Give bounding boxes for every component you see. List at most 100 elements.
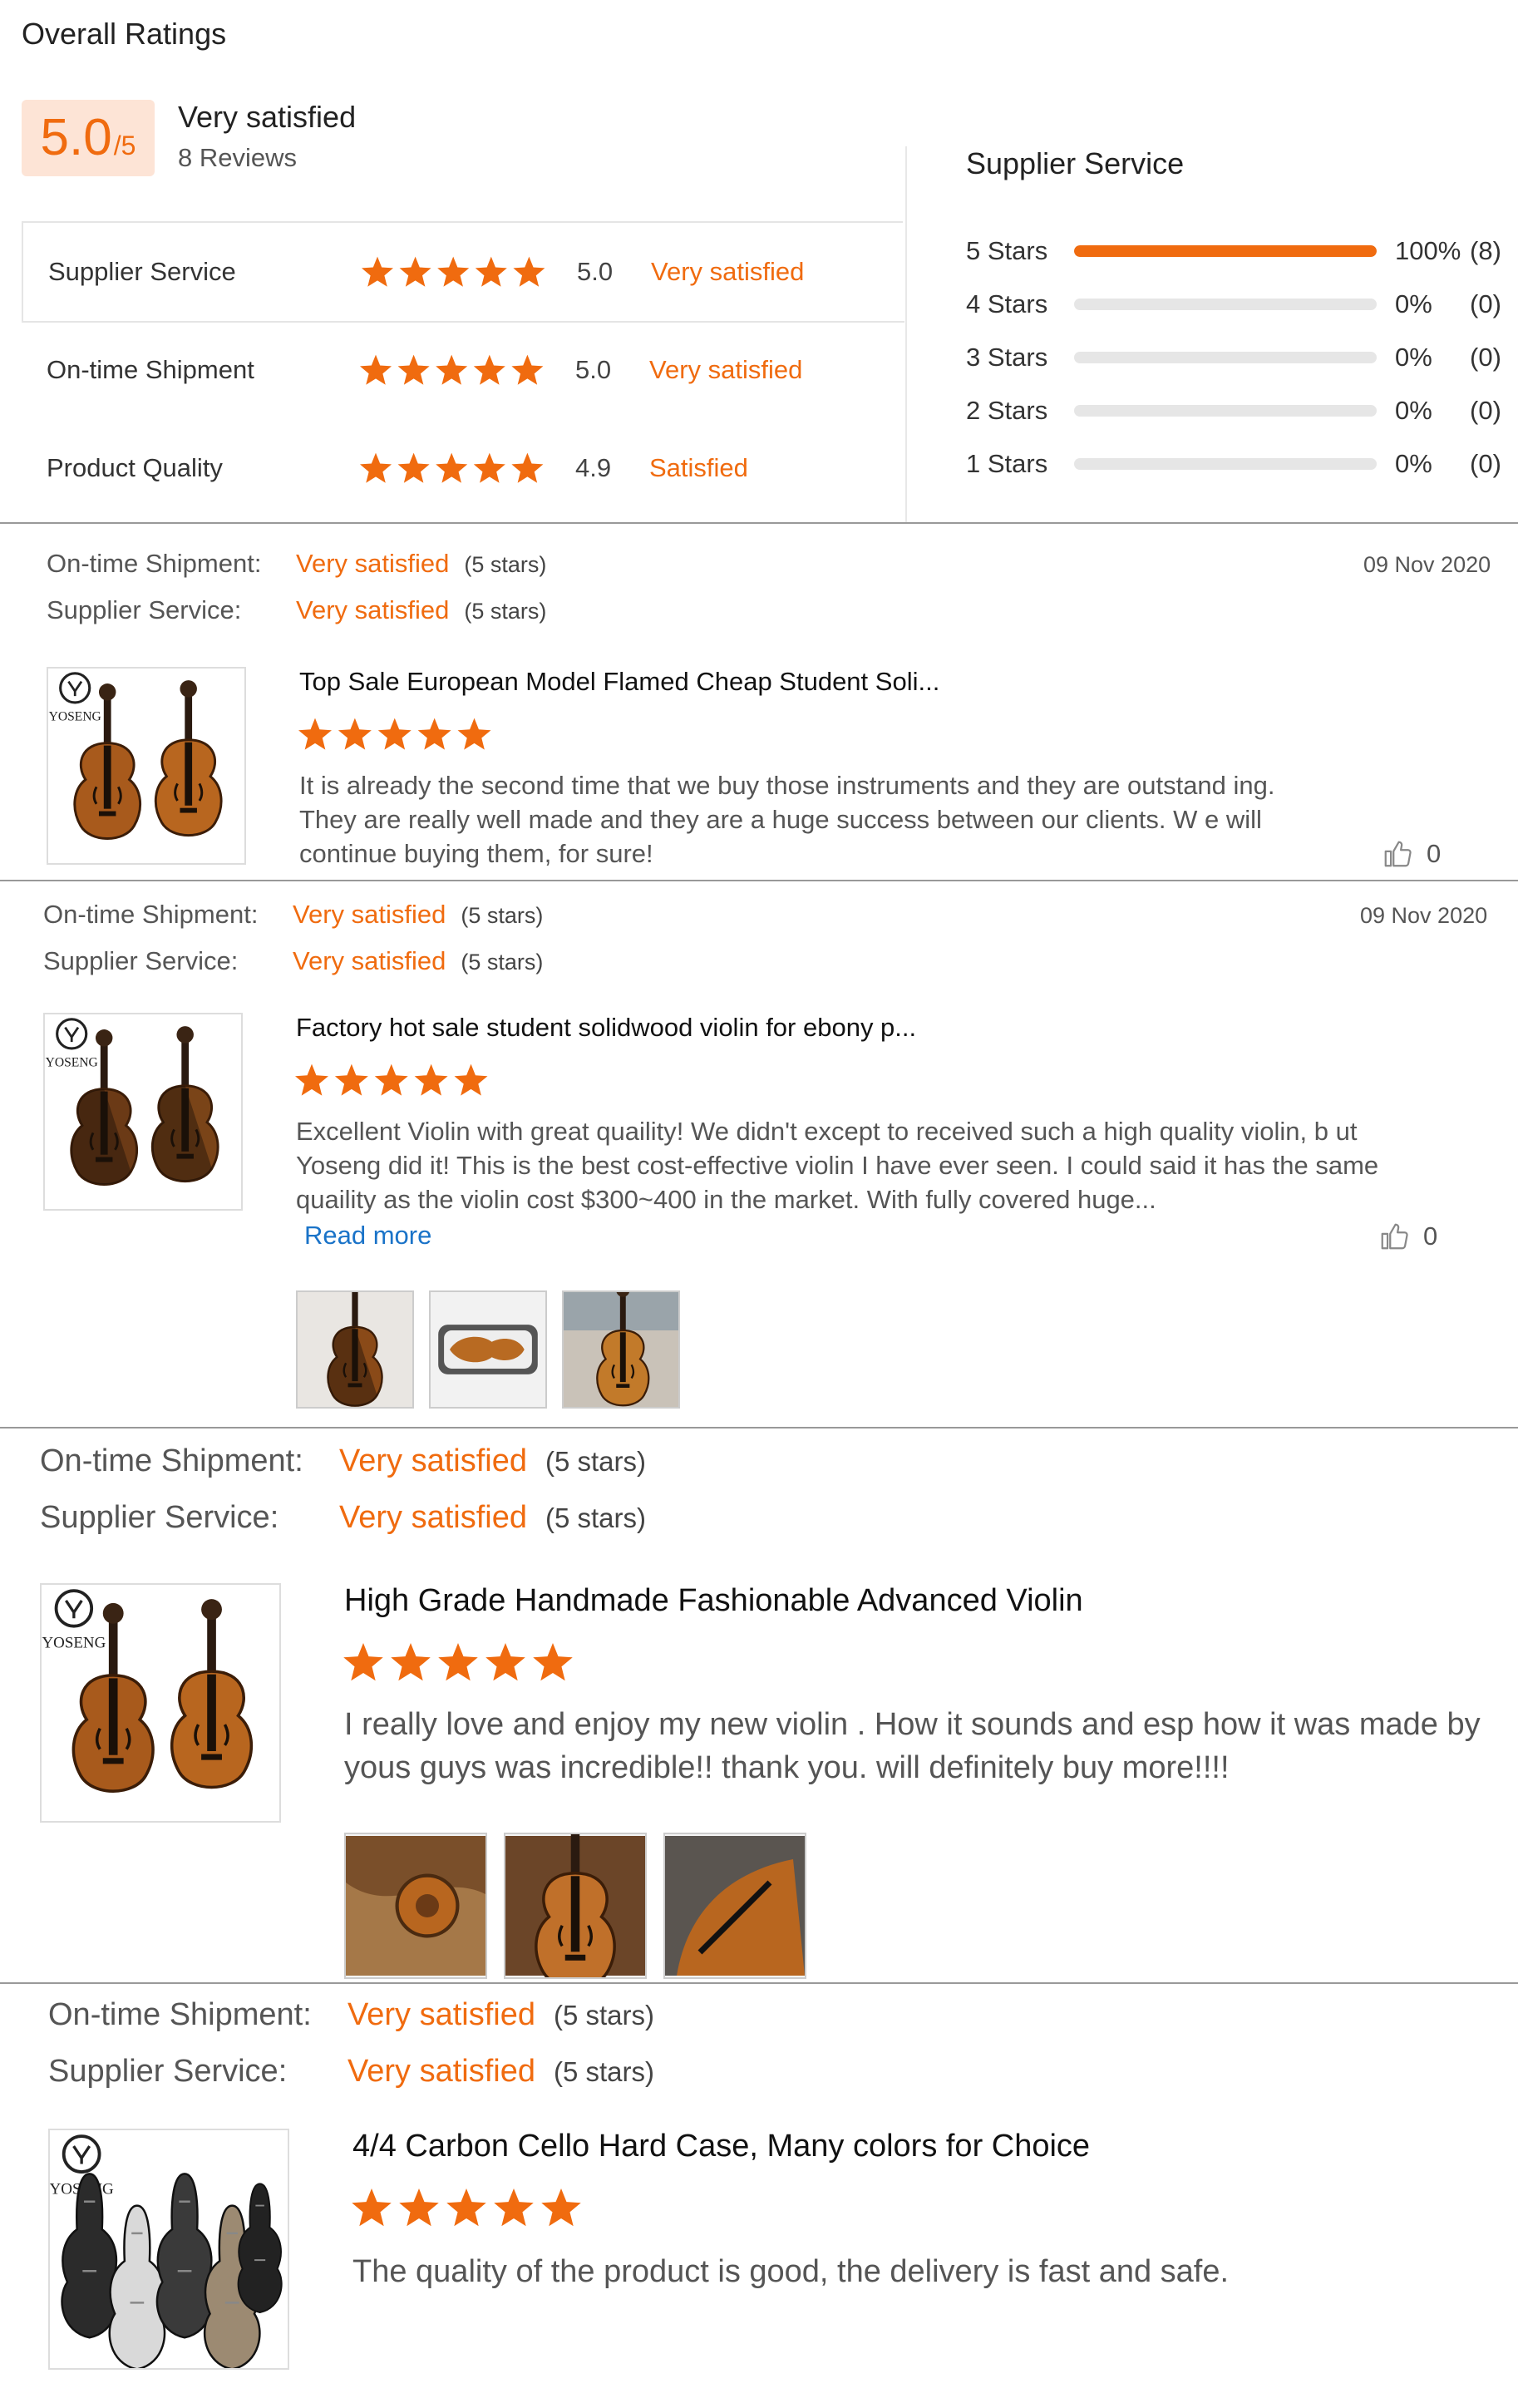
shipment-rating-line: On-time Shipment: Very satisfied (5 star…	[40, 1443, 646, 1479]
rating-row-desc: Very satisfied	[649, 355, 803, 384]
distribution-percent: 100%	[1395, 236, 1461, 265]
review-star-rating-icon	[343, 1641, 574, 1683]
distribution-percent: 0%	[1395, 289, 1432, 318]
distribution-label: 5 Stars	[966, 236, 1048, 265]
star-icon	[334, 1063, 368, 1096]
product-title[interactable]: 4/4 Carbon Cello Hard Case, Many colors …	[352, 2129, 1090, 2164]
service-value: Very satisfied	[347, 2054, 535, 2089]
review-photo[interactable]	[562, 1290, 680, 1409]
score-badge: 5.0 /5	[22, 100, 155, 176]
review-star-rating-icon	[294, 1063, 489, 1098]
product-title[interactable]: Top Sale European Model Flamed Cheap Stu…	[299, 667, 939, 697]
review-photo[interactable]	[296, 1290, 414, 1409]
distribution-count: (0)	[1470, 396, 1501, 425]
service-label: Supplier Service:	[40, 1500, 279, 1535]
rating-row-supplier-service: Supplier Service 5.0 Very satisfied	[22, 223, 904, 323]
star-icon	[541, 2188, 581, 2227]
thumbs-up-icon	[1378, 1221, 1410, 1252]
review-text: The quality of the product is good, the …	[352, 2254, 1230, 2289]
service-stars: (5 stars)	[545, 1503, 647, 1533]
service-label: Supplier Service:	[48, 2054, 288, 2089]
star-icon	[511, 354, 544, 385]
star-icon	[437, 256, 470, 287]
cello-cases-image: YOSENG	[50, 2130, 288, 2368]
review-count: 8 Reviews	[178, 143, 297, 172]
product-thumbnail[interactable]: YOSENG	[43, 1013, 243, 1211]
star-icon	[485, 1643, 525, 1681]
review-star-rating-icon	[298, 717, 492, 752]
like-button[interactable]: 0	[1382, 838, 1441, 870]
distribution-label: 4 Stars	[966, 289, 1048, 318]
product-title[interactable]: High Grade Handmade Fashionable Advanced…	[344, 1583, 1083, 1619]
distribution-bar	[1074, 352, 1377, 363]
distribution-title: Supplier Service	[966, 146, 1185, 180]
star-icon	[359, 354, 392, 385]
product-thumbnail[interactable]: YOSENG	[47, 667, 246, 865]
like-count: 0	[1423, 1221, 1438, 1251]
like-button[interactable]: 0	[1378, 1221, 1437, 1252]
shipment-label: On-time Shipment:	[47, 549, 262, 578]
star-icon	[513, 256, 545, 287]
star-icon	[359, 452, 392, 483]
shipment-rating-line: On-time Shipment: Very satisfied (5 star…	[47, 549, 546, 579]
shipment-value: Very satisfied	[339, 1443, 527, 1478]
product-thumbnail[interactable]: YOSENG	[40, 1583, 281, 1823]
distribution-bar	[1074, 405, 1377, 417]
review-card: On-time Shipment: Very satisfied (5 star…	[0, 1984, 1518, 2408]
shipment-stars: (5 stars)	[464, 552, 547, 577]
ratings-summary: Overall Ratings 5.0 /5 Very satisfied 8 …	[0, 0, 1518, 524]
rating-row-product-quality: Product Quality 4.9 Satisfied	[22, 419, 903, 517]
svg-text:YOSENG: YOSENG	[46, 1055, 98, 1069]
star-icon	[417, 718, 451, 750]
service-stars: (5 stars)	[464, 599, 547, 624]
star-icon	[454, 1063, 488, 1096]
violin-scroll-image	[346, 1834, 485, 1977]
violin-stand-image	[564, 1292, 678, 1407]
star-icon	[295, 1063, 328, 1096]
reviews-page: Overall Ratings 5.0 /5 Very satisfied 8 …	[0, 0, 1518, 2408]
star-icon	[438, 1643, 478, 1681]
distribution-row: 4 Stars 0% (0)	[966, 288, 1506, 321]
star-icon	[436, 354, 468, 385]
rating-row-value: 5.0	[575, 355, 612, 384]
violin-pair-image: YOSENG	[45, 1014, 241, 1209]
star-icon	[436, 452, 468, 483]
distribution-label: 2 Stars	[966, 396, 1048, 425]
review-text: Excellent Violin with great quaility! We…	[296, 1117, 1379, 1214]
review-photo[interactable]	[344, 1833, 487, 1979]
review-date: 09 Nov 2020	[1363, 552, 1491, 577]
star-icon	[473, 354, 505, 385]
read-more-link[interactable]: Read more	[304, 1221, 431, 1251]
shipment-stars: (5 stars)	[461, 903, 544, 928]
review-photo[interactable]	[663, 1833, 806, 1979]
review-card: On-time Shipment: Very satisfied (5 star…	[0, 524, 1518, 880]
shipment-label: On-time Shipment:	[48, 1997, 312, 2032]
shipment-value: Very satisfied	[347, 1997, 535, 2032]
distribution-bar	[1074, 245, 1377, 257]
review-photo[interactable]	[504, 1833, 647, 1979]
star-rating-icon	[359, 452, 544, 485]
review-photo[interactable]	[429, 1290, 547, 1409]
service-value: Very satisfied	[296, 595, 450, 624]
review-card: On-time Shipment: Very satisfied (5 star…	[0, 881, 1518, 1425]
star-icon	[446, 2188, 486, 2227]
rating-row-desc: Satisfied	[649, 453, 748, 482]
product-title[interactable]: Factory hot sale student solidwood violi…	[296, 1013, 916, 1043]
rating-row-label: Product Quality	[47, 453, 223, 482]
star-icon	[399, 2188, 439, 2227]
star-icon	[399, 256, 431, 287]
like-count: 0	[1427, 839, 1442, 868]
score-denominator: /5	[113, 131, 136, 160]
star-icon	[374, 1063, 408, 1096]
product-thumbnail[interactable]: YOSENG	[48, 2129, 289, 2370]
star-icon	[397, 354, 430, 385]
svg-text:YOSENG: YOSENG	[49, 709, 101, 723]
star-icon	[361, 256, 394, 287]
rating-row-label: Supplier Service	[48, 257, 236, 286]
distribution-count: (0)	[1470, 449, 1501, 478]
shipment-label: On-time Shipment:	[40, 1443, 303, 1478]
star-icon	[475, 256, 507, 287]
violin-body-image	[665, 1834, 805, 1977]
rating-row-value: 4.9	[575, 453, 612, 482]
distribution-count: (8)	[1470, 236, 1501, 265]
